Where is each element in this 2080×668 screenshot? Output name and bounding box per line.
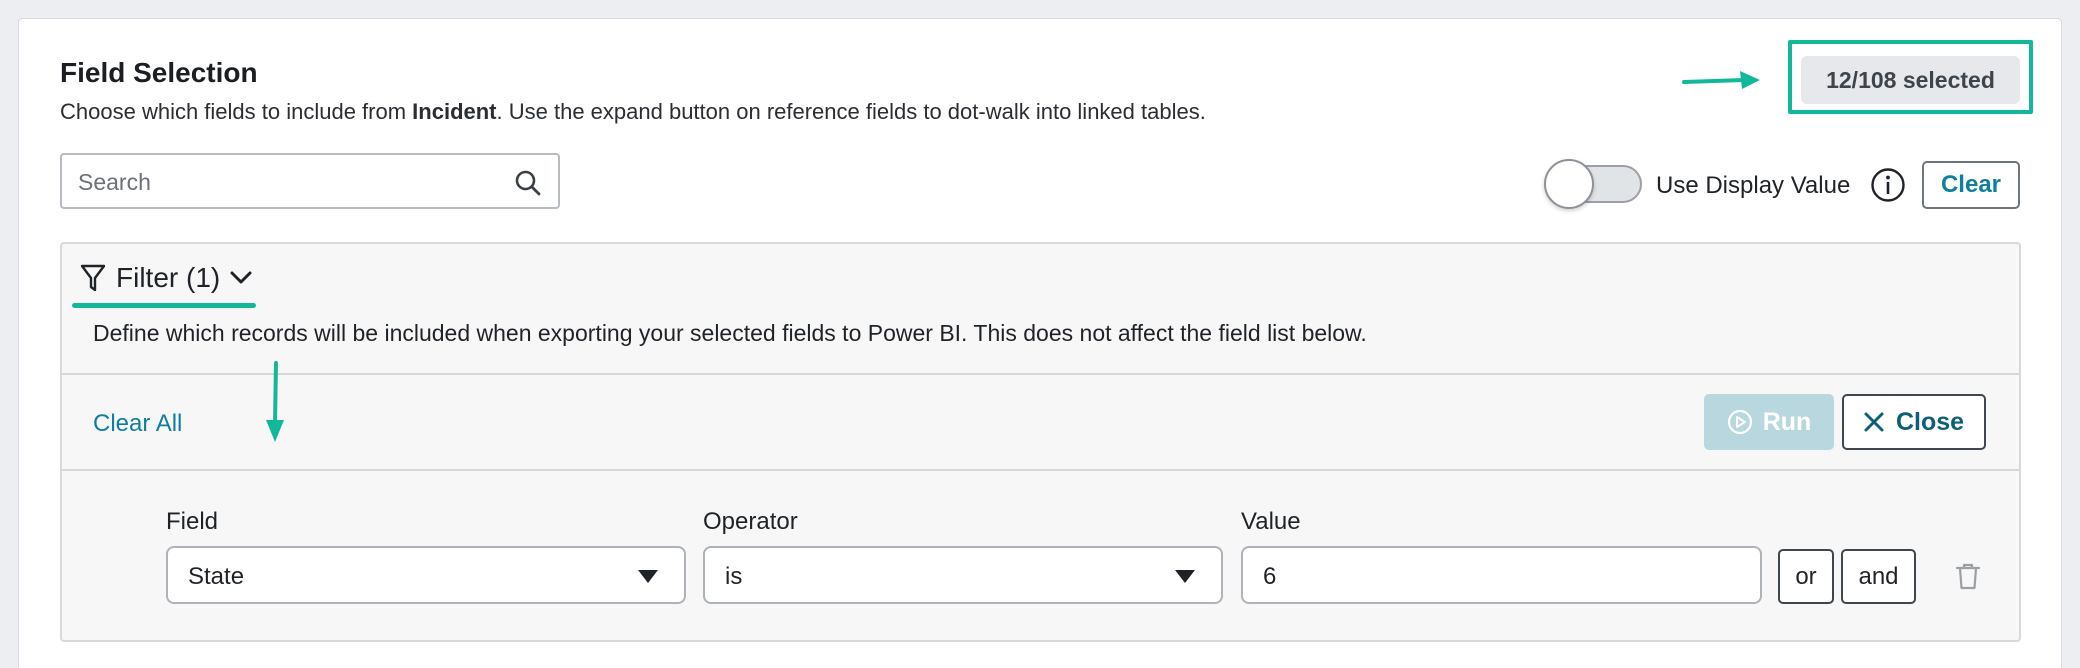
caret-down-icon [638, 570, 658, 583]
display-value-label: Use Display Value [1656, 172, 1851, 199]
field-select[interactable]: State [166, 546, 686, 604]
display-value-toggle[interactable] [1544, 159, 1642, 209]
value-input-text: 6 [1263, 563, 1277, 590]
filter-divider-top [62, 373, 2019, 375]
close-button[interactable]: Close [1842, 394, 1986, 450]
filter-callout-underline [72, 303, 256, 308]
callout-arrow-down [266, 361, 284, 442]
filter-toggle[interactable]: Filter (1) [80, 258, 252, 298]
callout-arrow-right [1682, 71, 1760, 89]
page-title: Field Selection [60, 57, 258, 88]
operator-label: Operator [703, 508, 798, 535]
and-button[interactable]: and [1841, 549, 1916, 604]
filter-label: Filter (1) [116, 262, 221, 293]
toggle-knob[interactable] [1544, 159, 1594, 209]
play-circle-icon [1727, 409, 1752, 435]
search-input[interactable] [78, 167, 498, 197]
clear-all-link[interactable]: Clear All [93, 410, 182, 438]
caret-down-icon [1175, 570, 1195, 583]
operator-select-value: is [725, 563, 743, 590]
filter-divider-bottom [62, 469, 2019, 471]
value-label: Value [1241, 508, 1301, 535]
close-icon [1864, 412, 1884, 432]
field-select-value: State [188, 563, 245, 590]
subtitle-prefix: Choose which fields to include from [60, 99, 413, 124]
operator-select[interactable]: is [703, 546, 1223, 604]
funnel-icon [80, 264, 106, 292]
run-label: Run [1762, 407, 1812, 436]
search-box[interactable] [60, 153, 560, 209]
clear-button[interactable]: Clear [1922, 161, 2020, 209]
trash-icon[interactable] [1955, 562, 1981, 590]
run-button[interactable]: Run [1704, 394, 1834, 450]
filter-description: Define which records will be included wh… [93, 320, 1367, 346]
chevron-down-icon [230, 271, 252, 284]
page-subtitle: Choose which fields to include from Inci… [60, 99, 1206, 125]
search-icon[interactable] [514, 169, 542, 197]
subtitle-suffix: . Use the expand button on reference fie… [496, 99, 1206, 124]
or-button[interactable]: or [1778, 549, 1834, 604]
subtitle-table-name: Incident [412, 99, 497, 124]
selected-count-badge: 12/108 selected [1801, 56, 2020, 104]
close-label: Close [1895, 407, 1965, 436]
info-icon[interactable] [1870, 167, 1906, 203]
field-label: Field [166, 508, 219, 535]
value-input[interactable]: 6 [1241, 546, 1762, 604]
